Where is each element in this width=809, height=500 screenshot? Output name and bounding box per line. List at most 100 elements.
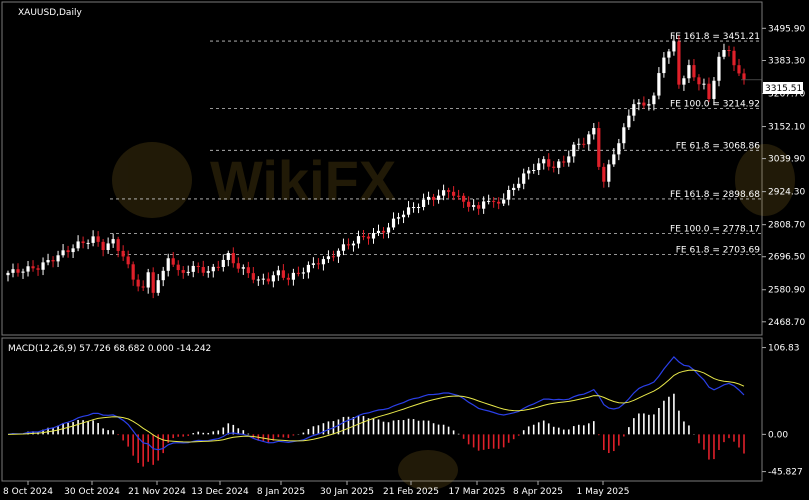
candle-body (732, 50, 736, 66)
candle-body (737, 65, 741, 74)
candle-body (401, 214, 406, 218)
candle-body (557, 161, 561, 168)
price-tick-label: 3152.10 (768, 123, 805, 133)
candle-body (542, 159, 546, 164)
candle-body (201, 266, 205, 273)
candle-body (271, 275, 275, 282)
candle-body (532, 169, 536, 171)
candle-body (582, 143, 586, 145)
candle-body (286, 277, 290, 280)
candle-body (51, 260, 55, 262)
candle-body (727, 50, 731, 52)
chart-canvas: WikiFX FE 161.8 = 3451.21 FE 100.0 = 3214… (1, 1, 805, 497)
candle-body (692, 65, 696, 78)
macd-tick-label: -45.827 (768, 468, 803, 478)
candle-body (426, 196, 431, 200)
candle-body (336, 250, 341, 257)
candle-body (396, 217, 401, 219)
time-tick-label: 21 Feb 2025 (383, 487, 439, 497)
candle-body (662, 57, 666, 74)
candle-body (121, 250, 125, 257)
candle-body (376, 230, 381, 233)
candle-body (216, 266, 220, 268)
candle-body (246, 267, 250, 274)
candle-body (567, 156, 571, 163)
candle-body (156, 280, 160, 293)
candle-body (166, 258, 170, 271)
candle-body (171, 258, 175, 265)
candle-body (517, 183, 521, 188)
candle-body (101, 241, 105, 250)
candle-body (687, 65, 691, 79)
candle-body (527, 170, 531, 174)
candle-body (657, 73, 661, 96)
candle-body (627, 115, 631, 128)
candle-body (462, 195, 466, 202)
candle-body (492, 200, 496, 202)
candle-body (441, 190, 446, 196)
fib-label: FE 161.8 = 2898.68 (670, 190, 760, 200)
candle-body (266, 278, 270, 282)
current-price-tag: 3315.51 (763, 82, 803, 94)
price-tick-label: 3039.90 (768, 155, 805, 165)
candle-body (366, 236, 371, 239)
candle-body (607, 164, 611, 182)
candle-body (482, 201, 486, 209)
price-tick-label: 2696.50 (768, 253, 805, 263)
candle-body (56, 255, 60, 262)
candle-body (261, 278, 265, 280)
macd-label: MACD(12,26,9) 57.726 68.682 0.000 -14.24… (8, 344, 211, 354)
candle-body (672, 41, 676, 52)
candle-body (537, 163, 541, 170)
price-tick-label: 2924.30 (768, 188, 805, 198)
candle-body (637, 102, 641, 105)
candle-body (341, 244, 346, 251)
time-tick-label: 8 Apr 2025 (513, 487, 563, 497)
candle-body (622, 127, 626, 144)
candle-body (251, 273, 255, 280)
candle-body (547, 159, 551, 167)
candle-body (161, 270, 165, 281)
svg-text:WikiFX: WikiFX (210, 149, 396, 212)
candle-body (231, 253, 235, 264)
candle-body (587, 134, 591, 145)
candle-body (652, 95, 656, 105)
candle-body (126, 256, 130, 265)
candle-body (562, 161, 566, 163)
time-tick-label: 1 May 2025 (577, 487, 630, 497)
candle-body (351, 243, 356, 246)
candle-body (6, 272, 10, 276)
candle-body (111, 239, 115, 244)
candle-body (592, 128, 596, 135)
candle-body (552, 166, 556, 168)
candle-body (236, 263, 240, 269)
candle-body (296, 272, 300, 274)
candle-body (191, 265, 195, 272)
candle-body (176, 264, 180, 271)
candle-body (226, 253, 230, 260)
candle-body (256, 279, 260, 281)
candle-body (241, 267, 245, 269)
candle-body (386, 227, 391, 233)
candle-body (707, 83, 711, 99)
candle-body (206, 271, 210, 273)
candle-body (717, 56, 721, 81)
candle-body (76, 241, 80, 249)
time-tick-label: 17 Mar 2025 (448, 487, 505, 497)
candle-body (66, 250, 70, 253)
candle-body (321, 259, 326, 265)
price-tick-label: 2580.90 (768, 286, 805, 296)
candle-body (667, 51, 671, 58)
candle-body (221, 259, 225, 268)
price-tick-label: 3383.30 (768, 56, 805, 66)
candle-body (136, 279, 140, 287)
chart-title: XAUUSD,Daily (18, 8, 82, 18)
candle-body (186, 271, 190, 273)
candle-body (632, 104, 636, 116)
candle-body (502, 199, 506, 204)
time-tick-label: 30 Jan 2025 (320, 487, 374, 497)
candle-body (452, 191, 456, 196)
candle-body (572, 144, 576, 157)
candle-body (612, 154, 616, 165)
candle-body (151, 272, 155, 293)
